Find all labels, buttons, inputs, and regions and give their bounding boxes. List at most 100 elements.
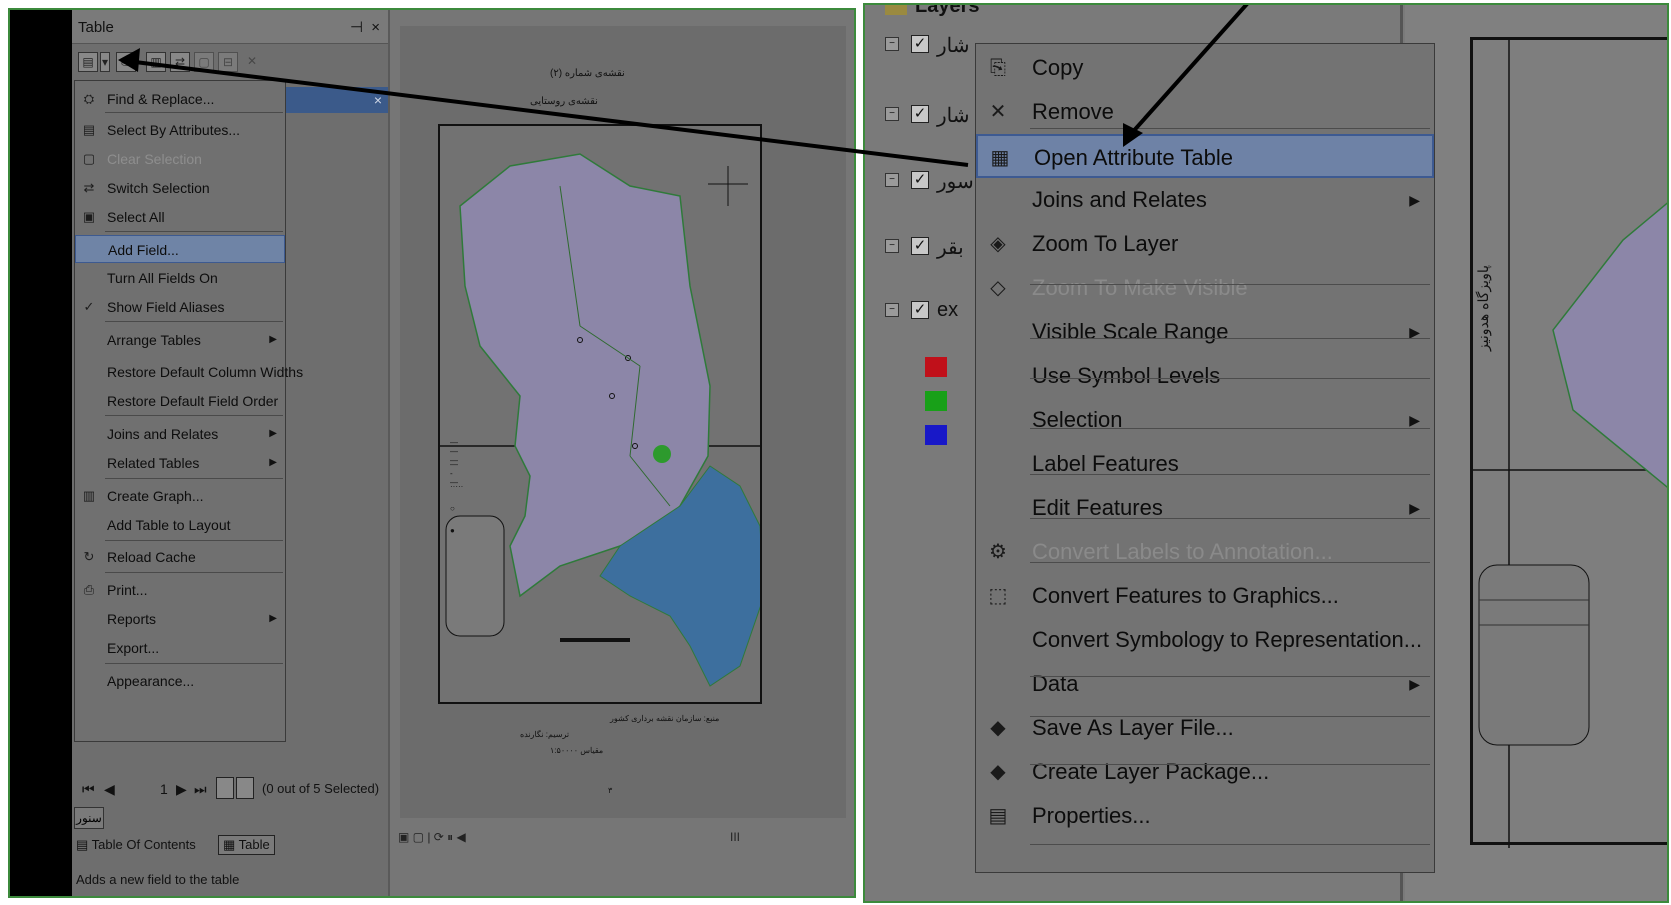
menu-item-label: Arrange Tables bbox=[107, 332, 201, 348]
menu-item-reload-cache[interactable]: ↻ Reload Cache bbox=[75, 543, 285, 571]
context-item-convert-labels-to-annotation[interactable]: ⚙ Convert Labels to Annotation... bbox=[976, 530, 1434, 574]
map-footnote-3: مقیاس ۱:۵۰۰۰۰ bbox=[550, 746, 604, 755]
binoculars-icon: ⛭ bbox=[83, 91, 95, 106]
record-number[interactable]: 1 bbox=[160, 781, 168, 797]
menu-item-switch-selection[interactable]: ⇄ Switch Selection bbox=[75, 174, 285, 202]
menu-item-turn-all-fields-on[interactable]: Turn All Fields On bbox=[75, 264, 285, 292]
first-record-button[interactable]: ⏮ bbox=[82, 781, 95, 798]
related-tables-icon[interactable]: ⛁ bbox=[116, 52, 136, 72]
red-symbol-swatch bbox=[925, 357, 947, 377]
menu-item-add-table-to-layout[interactable]: Add Table to Layout bbox=[75, 511, 285, 539]
context-item-open-attribute-table[interactable]: ▦ Open Attribute Table bbox=[976, 134, 1434, 178]
context-item-convert-features-to-graphics[interactable]: ⬚ Convert Features to Graphics... bbox=[976, 574, 1434, 618]
layer-name[interactable]: سور bbox=[937, 169, 974, 194]
context-item-save-as-layer-file[interactable]: ◆ Save As Layer File... bbox=[976, 706, 1434, 750]
submenu-arrow-icon: ▶ bbox=[1409, 192, 1420, 208]
menu-item-joins-and-relates[interactable]: Joins and Relates ▶ bbox=[75, 420, 285, 448]
menu-item-add-field[interactable]: Add Field... bbox=[75, 235, 285, 263]
toc-tab[interactable]: ▤ Table Of Contents bbox=[76, 837, 196, 853]
context-item-label-features[interactable]: Label Features bbox=[976, 442, 1434, 486]
layer-visibility-checkbox[interactable]: ✓ bbox=[911, 301, 929, 319]
context-item-edit-features[interactable]: Edit Features ▶ bbox=[976, 486, 1434, 530]
right-layout-frame: پاویزگاه هدونیز bbox=[1470, 37, 1667, 848]
layer-name[interactable]: شار bbox=[937, 33, 970, 58]
context-item-create-layer-package[interactable]: ◆ Create Layer Package... bbox=[976, 750, 1434, 794]
collapse-icon[interactable]: − bbox=[885, 303, 899, 317]
right-layout-view: پاویزگاه هدونیز bbox=[1405, 5, 1667, 901]
chevron-down-icon[interactable]: ▾ bbox=[100, 52, 110, 72]
switch-selection-icon[interactable]: ⇄ bbox=[170, 52, 190, 72]
delete-selected-icon[interactable]: ⊟ bbox=[218, 52, 238, 72]
layer-name[interactable]: ex bbox=[937, 299, 958, 322]
context-item-data[interactable]: Data ▶ bbox=[976, 662, 1434, 706]
layer-visibility-checkbox[interactable]: ✓ bbox=[911, 35, 929, 53]
menu-item-reports[interactable]: Reports ▶ bbox=[75, 605, 285, 633]
menu-item-appearance[interactable]: Appearance... bbox=[75, 667, 285, 695]
context-item-zoom-to-layer[interactable]: ◈ Zoom To Layer bbox=[976, 222, 1434, 266]
collapse-icon[interactable]: − bbox=[885, 107, 899, 121]
context-item-visible-scale-range[interactable]: Visible Scale Range ▶ bbox=[976, 310, 1434, 354]
table-toolbar: ▤ ▾ ⛁ ▥ ⇄ ▢ ⊟ ✕ bbox=[72, 46, 388, 80]
context-item-properties[interactable]: ▤ Properties... bbox=[976, 794, 1434, 838]
prev-record-button[interactable]: ◀ bbox=[104, 781, 115, 798]
table-tab-label[interactable]: سنور bbox=[74, 807, 104, 829]
menu-item-related-tables[interactable]: Related Tables ▶ bbox=[75, 449, 285, 477]
menu-item-clear-selection[interactable]: ▢ Clear Selection bbox=[75, 145, 285, 173]
last-record-button[interactable]: ⏭ bbox=[194, 781, 207, 798]
map-heading-2: نقشه‌ی روستایی bbox=[530, 96, 598, 107]
pin-close-buttons[interactable]: ⊣ × bbox=[350, 18, 382, 36]
table-options-icon[interactable]: ▤ bbox=[78, 52, 98, 72]
table-tab-strip[interactable]: × bbox=[282, 87, 388, 113]
menu-item-restore-default-field-order[interactable]: Restore Default Field Order bbox=[75, 387, 285, 415]
layout-view[interactable]: نقشه‌ی شماره (۲) نقشه‌ی روستایی bbox=[390, 10, 854, 896]
layout-scrollbar[interactable]: ▣ ▢ | ⟳ ⏸ ◀ III bbox=[390, 828, 854, 848]
status-bar: Adds a new field to the table bbox=[76, 872, 240, 887]
menu-item-select-all[interactable]: ▣ Select All bbox=[75, 203, 285, 231]
table-tab[interactable]: ▦ Table bbox=[218, 835, 275, 855]
layer-context-menu: ⎘ Copy ✕ Remove ▦ Open Attribute Table Joins a… bbox=[975, 43, 1435, 873]
menu-item-select-by-attributes[interactable]: ▤ Select By Attributes... bbox=[75, 116, 285, 144]
layer-visibility-checkbox[interactable]: ✓ bbox=[911, 171, 929, 189]
menu-item-create-graph[interactable]: ▥ Create Graph... bbox=[75, 482, 285, 510]
collapse-icon[interactable]: − bbox=[885, 37, 899, 51]
context-item-use-symbol-levels[interactable]: Use Symbol Levels bbox=[976, 354, 1434, 398]
menu-item-find-replace[interactable]: ⛭ Find & Replace... bbox=[75, 85, 285, 113]
menu-item-restore-default-column-widths[interactable]: Restore Default Column Widths bbox=[75, 358, 303, 386]
context-item-copy[interactable]: ⎘ Copy bbox=[976, 46, 1434, 90]
black-margin bbox=[10, 10, 72, 896]
clear-selection-icon[interactable]: ▢ bbox=[194, 52, 214, 72]
scroll-thumb[interactable]: III bbox=[730, 830, 740, 844]
context-item-zoom-to-make-visible[interactable]: ◇ Zoom To Make Visible bbox=[976, 266, 1434, 310]
layout-nav-icons[interactable]: ▣ ▢ | ⟳ ⏸ ◀ bbox=[398, 830, 466, 845]
context-item-convert-symbology-to-representation[interactable]: Convert Symbology to Representation... bbox=[976, 618, 1434, 662]
layer-name[interactable]: بقر bbox=[937, 235, 964, 260]
menu-item-print[interactable]: ⎙ Print... bbox=[75, 576, 285, 604]
menu-separator bbox=[105, 112, 283, 113]
context-item-joins-and-relates[interactable]: Joins and Relates ▶ bbox=[976, 178, 1434, 222]
zoom-layer-icon: ◈ bbox=[990, 233, 1006, 255]
collapse-icon[interactable]: − bbox=[885, 239, 899, 253]
layer-name[interactable]: شار bbox=[937, 103, 970, 128]
submenu-arrow-icon: ▶ bbox=[269, 457, 277, 468]
show-selected-records-icon[interactable] bbox=[236, 777, 254, 799]
context-item-label: Visible Scale Range bbox=[1032, 319, 1229, 344]
blue-symbol-swatch bbox=[925, 425, 947, 445]
select-by-attributes-icon[interactable]: ▥ bbox=[146, 52, 166, 72]
menu-item-arrange-tables[interactable]: Arrange Tables ▶ bbox=[75, 326, 285, 354]
context-item-label: Use Symbol Levels bbox=[1032, 363, 1221, 388]
table-title: Table bbox=[78, 19, 114, 36]
bottom-tabs: ▤ Table Of Contents ▦ Table bbox=[72, 833, 388, 861]
submenu-arrow-icon: ▶ bbox=[269, 334, 277, 345]
layer-visibility-checkbox[interactable]: ✓ bbox=[911, 105, 929, 123]
menu-item-show-field-aliases[interactable]: ✓ Show Field Aliases bbox=[75, 293, 285, 321]
layer-visibility-checkbox[interactable]: ✓ bbox=[911, 237, 929, 255]
properties-icon: ▤ bbox=[988, 805, 1008, 827]
context-item-selection[interactable]: Selection ▶ bbox=[976, 398, 1434, 442]
collapse-icon[interactable]: − bbox=[885, 173, 899, 187]
context-item-label: Remove bbox=[1032, 99, 1114, 124]
menu-item-export[interactable]: Export... bbox=[75, 634, 285, 662]
menu-item-label: Show Field Aliases bbox=[107, 299, 225, 315]
close-icon[interactable]: ✕ bbox=[242, 52, 262, 72]
show-all-records-icon[interactable] bbox=[216, 777, 234, 799]
next-record-button[interactable]: ▶ bbox=[176, 781, 187, 798]
